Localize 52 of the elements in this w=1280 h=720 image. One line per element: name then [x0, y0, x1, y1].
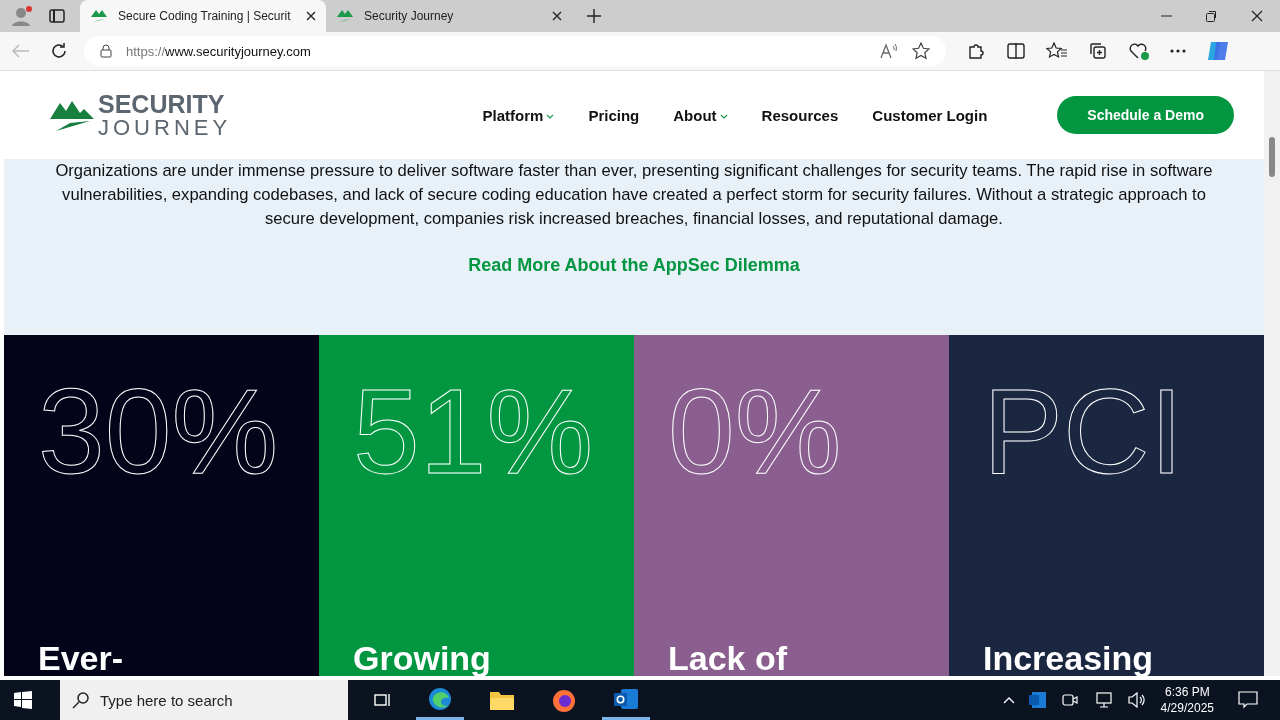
logo-text: SECURITY [98, 91, 226, 117]
taskbar-search-field[interactable]: Type here to search [60, 680, 348, 720]
nav-link[interactable]: About [673, 106, 728, 124]
extensions-icon[interactable] [966, 41, 986, 61]
mail-tray-icon[interactable] [1028, 691, 1047, 709]
speaker-icon[interactable] [1126, 691, 1147, 709]
tab-actions-icon[interactable] [48, 7, 66, 25]
demo-button[interactable]: Schedule a Demo [1057, 96, 1234, 134]
chevron-up-icon[interactable] [1002, 696, 1015, 704]
nav-link[interactable]: Customer Login [872, 106, 988, 124]
split-screen-icon[interactable] [1006, 41, 1026, 61]
stat-figure: 0% [668, 371, 843, 491]
new-tab-icon[interactable] [586, 8, 602, 24]
url-text: https://www.securityjourney.com [126, 43, 311, 59]
stat-title: Ever- [38, 639, 125, 676]
intro-paragraph: Organizations are under immense pressure to deliver software faster than ever, presenting significant challenges for security teams. The rapid rise in software vulnerabilities, expanding codebases, and lack of secure coding education have created a perfect storm for security failures. Without a strategic approach to secure development, companies risk increased breaches, financial losses, and reputational damage. [54, 160, 1214, 230]
collections-icon[interactable] [1088, 41, 1108, 61]
camera-icon[interactable] [1060, 691, 1079, 709]
mountain-icon [90, 8, 108, 24]
browser-tab[interactable]: Secure Coding Training | Securit [80, 0, 326, 32]
search-icon [72, 691, 90, 709]
close-icon[interactable] [1251, 10, 1263, 22]
close-icon[interactable] [306, 11, 316, 21]
address-bar[interactable]: https://www.securityjourney.com [84, 36, 946, 66]
scrollbar[interactable] [1264, 71, 1280, 676]
nav-link[interactable]: Resources [761, 106, 839, 124]
more-icon[interactable] [1170, 49, 1186, 53]
nav-link[interactable]: Platform [482, 106, 555, 124]
clock-time: 6:36 PM [1164, 684, 1210, 700]
copilot-icon[interactable] [1206, 39, 1230, 63]
stat-title: Lack of [668, 639, 789, 676]
heart-icon[interactable] [1128, 41, 1150, 61]
favorites-icon[interactable] [1046, 42, 1068, 60]
logo-text: JOURNEY [98, 116, 232, 139]
read-aloud-icon[interactable] [880, 43, 898, 59]
stat-figure: PCI [983, 371, 1185, 491]
clock-date: 4/29/2025 [1160, 700, 1214, 716]
star-icon[interactable] [912, 42, 930, 60]
stat-figure: 51% [353, 371, 595, 491]
tab-title: Secure Coding Training | Securit [118, 9, 292, 23]
tab-title: Security Journey [364, 9, 455, 23]
lock-icon [100, 44, 112, 58]
restore-icon[interactable] [1206, 10, 1217, 22]
browser-tab[interactable]: Security Journey [326, 0, 572, 32]
nav-link[interactable]: Pricing [588, 106, 640, 124]
profile-icon[interactable] [10, 4, 34, 28]
stat-figure: 30% [38, 371, 280, 491]
close-icon[interactable] [552, 11, 562, 21]
refresh-icon[interactable] [50, 42, 68, 60]
mountain-icon [336, 8, 354, 24]
windows-icon[interactable] [14, 691, 32, 709]
notifications-icon[interactable] [1238, 691, 1258, 709]
